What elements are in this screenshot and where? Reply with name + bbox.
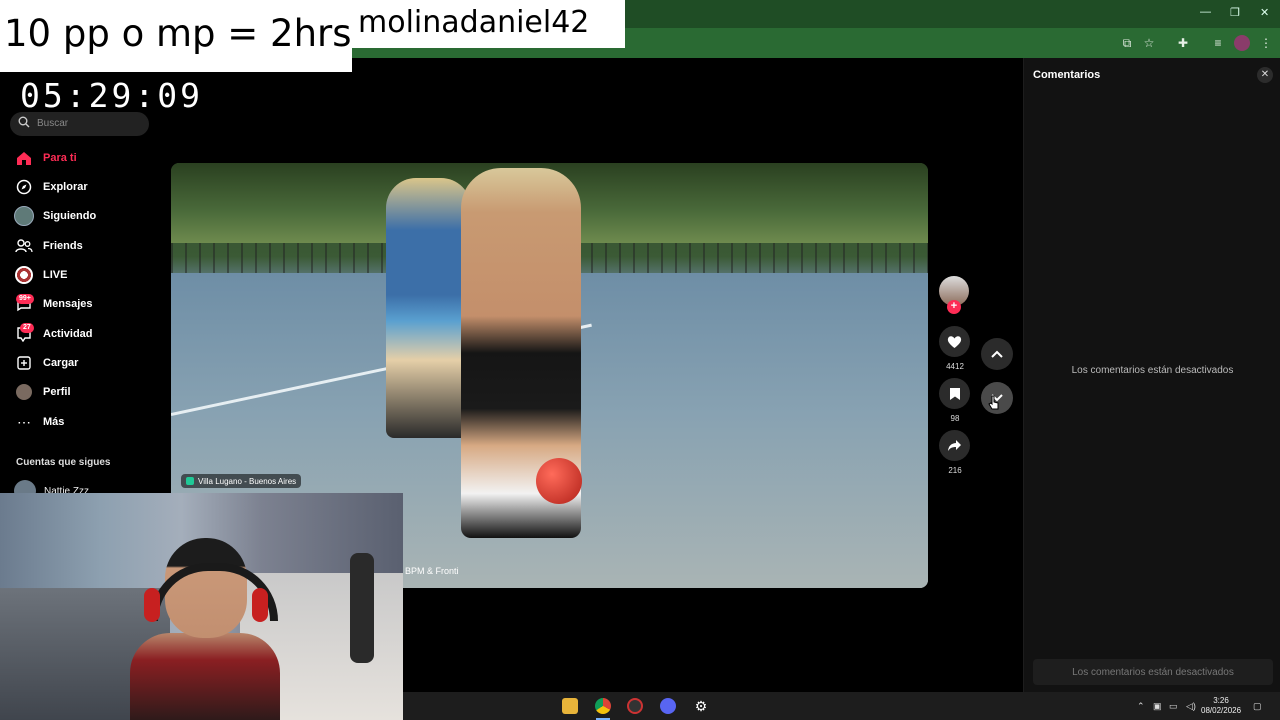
save-count: 98 xyxy=(950,414,960,423)
like-count: 4412 xyxy=(946,362,964,371)
more-dots-icon: ⋯ xyxy=(17,413,31,430)
notifications-icon[interactable]: ▢ xyxy=(1253,701,1262,712)
location-tag[interactable]: Villa Lugano - Buenos Aires xyxy=(181,474,302,488)
video-frame-ball xyxy=(536,458,582,504)
video-frame-player xyxy=(386,178,471,438)
bookmark-star-icon[interactable]: ☆ xyxy=(1141,35,1157,51)
username-overlay: molinadaniel42 xyxy=(352,0,625,48)
menu-kebab-icon[interactable]: ⋮ xyxy=(1258,35,1274,51)
profile-avatar-icon[interactable] xyxy=(1234,35,1250,51)
location-text: Villa Lugano - Buenos Aires xyxy=(198,476,297,486)
obs-icon[interactable] xyxy=(627,698,643,714)
taskbar-clock[interactable]: 3:26 08/02/2026 xyxy=(1201,696,1241,716)
file-explorer-icon[interactable] xyxy=(562,698,578,714)
sidebar-item-label: Explorar xyxy=(43,181,88,193)
comments-disabled-message: Los comentarios están desactivados xyxy=(1071,365,1234,376)
sidebar-item-label: Más xyxy=(43,416,65,428)
sidebar-item-cargar[interactable]: Cargar xyxy=(14,352,78,374)
share-button[interactable] xyxy=(939,430,970,461)
webcam-overlay xyxy=(0,493,403,720)
upload-icon xyxy=(14,353,34,373)
sidebar-item-mas[interactable]: ⋯ Más xyxy=(14,411,64,433)
follow-plus-icon[interactable]: + xyxy=(947,300,961,314)
stream-timer: 05:29:09 xyxy=(20,76,203,115)
clock-date: 08/02/2026 xyxy=(1201,706,1242,715)
friends-icon xyxy=(14,236,34,256)
share-arrow-icon xyxy=(948,440,961,451)
sidebar-item-explorar[interactable]: Explorar xyxy=(14,176,88,198)
comments-panel: Comentarios ✕ Los comentarios están desa… xyxy=(1023,58,1280,692)
username-text: molinadaniel42 xyxy=(358,5,590,40)
home-icon xyxy=(14,148,34,168)
close-window-icon[interactable]: ✕ xyxy=(1260,6,1269,19)
sidebar-item-friends[interactable]: Friends xyxy=(14,235,83,257)
sidebar-item-live[interactable]: LIVE xyxy=(14,264,67,286)
chevron-up-icon xyxy=(991,350,1003,358)
sidebar-item-para-ti[interactable]: Para ti xyxy=(14,147,77,169)
messages-badge: 99+ xyxy=(16,294,34,304)
comment-input: Los comentarios están desactivados xyxy=(1033,659,1273,685)
live-icon xyxy=(14,265,34,285)
search-input[interactable]: Buscar xyxy=(37,118,68,129)
music-credit[interactable]: BPM & Fronti xyxy=(405,566,459,576)
sidebar-item-label: Perfil xyxy=(43,386,71,398)
search-icon xyxy=(18,116,30,128)
media-control-icon[interactable]: ≡ xyxy=(1210,35,1226,51)
close-icon[interactable]: ✕ xyxy=(1257,67,1273,83)
sidebar-item-label: Para ti xyxy=(43,152,77,164)
previous-video-button[interactable] xyxy=(981,338,1013,370)
windows-taskbar: ⚙ ⌃ ▣ ▭ ◁) 3:26 08/02/2026 ▢ xyxy=(403,692,1280,720)
sidebar-item-label: Mensajes xyxy=(43,298,93,310)
stream-rule-overlay: 10 pp o mp = 2hrs xyxy=(0,0,352,72)
like-button[interactable] xyxy=(939,326,970,357)
following-avatar-icon xyxy=(14,206,34,226)
bookmark-icon xyxy=(949,387,960,400)
extensions-icon[interactable]: ✚ xyxy=(1175,35,1191,51)
save-button[interactable] xyxy=(939,378,970,409)
comments-title: Comentarios xyxy=(1033,69,1101,81)
sidebar-item-label: Actividad xyxy=(43,328,93,340)
chrome-icon[interactable] xyxy=(595,698,611,714)
sidebar-item-label: Siguiendo xyxy=(43,210,97,222)
stream-rule-text: 10 pp o mp = 2hrs xyxy=(4,12,352,55)
sidebar-item-perfil[interactable]: Perfil xyxy=(14,381,71,403)
heart-icon xyxy=(947,335,962,348)
activity-badge: 27 xyxy=(20,323,34,333)
streamer xyxy=(130,538,280,720)
compass-icon xyxy=(14,177,34,197)
install-app-icon[interactable]: ⧉ xyxy=(1119,35,1135,51)
location-pin-icon xyxy=(186,477,194,485)
restore-icon[interactable]: ❐ xyxy=(1230,6,1240,19)
network-icon[interactable]: ▭ xyxy=(1169,701,1178,712)
following-section-title: Cuentas que sigues xyxy=(16,457,111,468)
sidebar-item-label: Cargar xyxy=(43,357,79,369)
search-bar[interactable]: Buscar xyxy=(10,112,149,136)
sidebar-item-label: Friends xyxy=(43,240,83,252)
share-count: 216 xyxy=(948,466,962,475)
tray-app-icon[interactable]: ▣ xyxy=(1153,701,1162,712)
minimize-icon[interactable]: — xyxy=(1200,6,1211,18)
volume-icon[interactable]: ◁) xyxy=(1186,701,1196,712)
comment-input-placeholder: Los comentarios están desactivados xyxy=(1072,667,1234,678)
hand-cursor-icon xyxy=(988,395,999,410)
sidebar-item-siguiendo[interactable]: Siguiendo xyxy=(14,205,96,227)
profile-avatar-icon xyxy=(14,382,34,402)
clock-time: 3:26 xyxy=(1213,696,1229,705)
discord-icon[interactable] xyxy=(660,698,676,714)
tray-chevron-up-icon[interactable]: ⌃ xyxy=(1137,701,1145,712)
sidebar-item-label: LIVE xyxy=(43,269,68,281)
settings-gear-icon[interactable]: ⚙ xyxy=(693,698,709,714)
